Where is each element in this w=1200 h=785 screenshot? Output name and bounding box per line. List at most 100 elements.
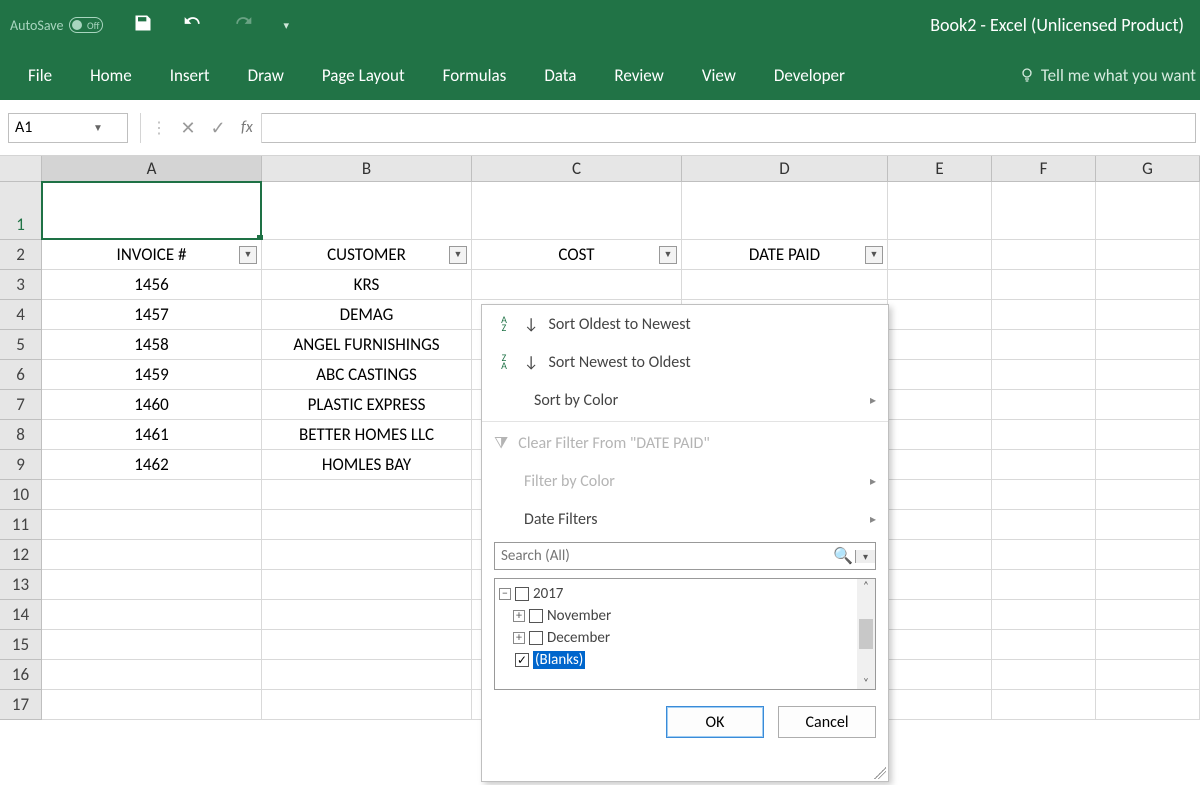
- cell-f3[interactable]: [992, 270, 1096, 300]
- filter-btn-invoice[interactable]: ▼: [239, 246, 257, 264]
- row-header-3[interactable]: 3: [0, 270, 42, 300]
- tab-insert[interactable]: Insert: [170, 65, 210, 86]
- cell-g12[interactable]: [1096, 540, 1200, 570]
- cell-f4[interactable]: [992, 300, 1096, 330]
- filter-btn-date-paid[interactable]: ▼: [865, 246, 883, 264]
- cell-g13[interactable]: [1096, 570, 1200, 600]
- scroll-thumb[interactable]: [859, 619, 873, 649]
- row-header-2[interactable]: 2: [0, 240, 42, 270]
- cell-g11[interactable]: [1096, 510, 1200, 540]
- checkbox-2017[interactable]: [515, 587, 529, 601]
- search-icon[interactable]: 🔍: [831, 546, 855, 566]
- row-header-4[interactable]: 4: [0, 300, 42, 330]
- tab-review[interactable]: Review: [614, 65, 663, 86]
- cell-e6[interactable]: [888, 360, 992, 390]
- sort-by-color[interactable]: Sort by Color▸: [482, 381, 888, 419]
- cell-b9[interactable]: HOMLES BAY: [262, 450, 472, 480]
- name-box-dropdown-icon[interactable]: ▼: [89, 121, 107, 134]
- cell-b10[interactable]: [262, 480, 472, 510]
- cell-b4[interactable]: DEMAG: [262, 300, 472, 330]
- filter-value-tree[interactable]: −2017 +November +December (Blanks) ˄ ˅: [494, 578, 876, 690]
- cell-d1[interactable]: [682, 182, 888, 240]
- cell-f9[interactable]: [992, 450, 1096, 480]
- cell-g8[interactable]: [1096, 420, 1200, 450]
- row-header-7[interactable]: 7: [0, 390, 42, 420]
- cell-a10[interactable]: [42, 480, 262, 510]
- tab-data[interactable]: Data: [544, 65, 576, 86]
- cell-e7[interactable]: [888, 390, 992, 420]
- ok-button[interactable]: OK: [666, 706, 764, 738]
- cell-b8[interactable]: BETTER HOMES LLC: [262, 420, 472, 450]
- tree-scrollbar[interactable]: ˄ ˅: [857, 579, 875, 689]
- col-header-e[interactable]: E: [888, 156, 992, 182]
- cancel-button[interactable]: Cancel: [778, 706, 876, 738]
- resize-grip[interactable]: [874, 767, 886, 779]
- filter-search-input[interactable]: [495, 547, 831, 565]
- formula-input[interactable]: [262, 113, 1196, 143]
- col-header-d[interactable]: D: [682, 156, 888, 182]
- cell-b15[interactable]: [262, 630, 472, 660]
- col-header-c[interactable]: C: [472, 156, 682, 182]
- row-header-8[interactable]: 8: [0, 420, 42, 450]
- cell-g2[interactable]: [1096, 240, 1200, 270]
- cell-b7[interactable]: PLASTIC EXPRESS: [262, 390, 472, 420]
- cell-e17[interactable]: [888, 690, 992, 720]
- cell-b6[interactable]: ABC CASTINGS: [262, 360, 472, 390]
- cell-c1[interactable]: [472, 182, 682, 240]
- form-button-1[interactable]: Button 1: [46, 186, 257, 235]
- fx-icon[interactable]: fx: [233, 113, 262, 143]
- filter-btn-cost[interactable]: ▼: [659, 246, 677, 264]
- cell-b13[interactable]: [262, 570, 472, 600]
- cell-a1[interactable]: Button 1: [42, 182, 262, 240]
- cell-g5[interactable]: [1096, 330, 1200, 360]
- cell-a17[interactable]: [42, 690, 262, 720]
- cell-b16[interactable]: [262, 660, 472, 690]
- tell-me-search[interactable]: Tell me what you want: [1019, 65, 1200, 86]
- row-header-6[interactable]: 6: [0, 360, 42, 390]
- cell-f17[interactable]: [992, 690, 1096, 720]
- cell-b11[interactable]: [262, 510, 472, 540]
- row-header-17[interactable]: 17: [0, 690, 42, 720]
- cell-f16[interactable]: [992, 660, 1096, 690]
- header-customer[interactable]: CUSTOMER▼: [262, 240, 472, 270]
- col-header-g[interactable]: G: [1096, 156, 1200, 182]
- cell-a9[interactable]: 1462: [42, 450, 262, 480]
- expand-icon[interactable]: +: [513, 610, 525, 622]
- cell-f5[interactable]: [992, 330, 1096, 360]
- checkbox-nov[interactable]: [529, 609, 543, 623]
- row-header-12[interactable]: 12: [0, 540, 42, 570]
- cell-a8[interactable]: 1461: [42, 420, 262, 450]
- cell-e1[interactable]: [888, 182, 992, 240]
- cell-b17[interactable]: [262, 690, 472, 720]
- sort-oldest-newest[interactable]: AZ↓ Sort Oldest to Newest: [482, 305, 888, 343]
- cell-f8[interactable]: [992, 420, 1096, 450]
- tab-home[interactable]: Home: [90, 65, 132, 86]
- cell-e3[interactable]: [888, 270, 992, 300]
- tab-page-layout[interactable]: Page Layout: [322, 65, 405, 86]
- name-box-input[interactable]: [9, 118, 89, 137]
- redo-icon[interactable]: [233, 13, 253, 38]
- row-header-1[interactable]: 1: [0, 182, 42, 240]
- cell-e13[interactable]: [888, 570, 992, 600]
- qat-customize-icon[interactable]: ▾: [283, 19, 289, 32]
- cell-a13[interactable]: [42, 570, 262, 600]
- header-invoice[interactable]: INVOICE #▼: [42, 240, 262, 270]
- cell-g15[interactable]: [1096, 630, 1200, 660]
- cell-a7[interactable]: 1460: [42, 390, 262, 420]
- cell-g1[interactable]: [1096, 182, 1200, 240]
- sort-newest-oldest[interactable]: ZA↓ Sort Newest to Oldest: [482, 343, 888, 381]
- row-header-15[interactable]: 15: [0, 630, 42, 660]
- autosave-toggle[interactable]: AutoSave Off: [10, 17, 103, 34]
- cell-e2[interactable]: [888, 240, 992, 270]
- cell-a14[interactable]: [42, 600, 262, 630]
- filter-search[interactable]: 🔍 ▾: [494, 542, 876, 570]
- cancel-formula-icon[interactable]: ✕: [173, 117, 203, 139]
- toggle-switch[interactable]: Off: [69, 17, 103, 33]
- cell-f2[interactable]: [992, 240, 1096, 270]
- tab-formulas[interactable]: Formulas: [443, 65, 507, 86]
- cell-b14[interactable]: [262, 600, 472, 630]
- collapse-icon[interactable]: −: [499, 588, 511, 600]
- cell-e12[interactable]: [888, 540, 992, 570]
- cell-a11[interactable]: [42, 510, 262, 540]
- cell-b5[interactable]: ANGEL FURNISHINGS: [262, 330, 472, 360]
